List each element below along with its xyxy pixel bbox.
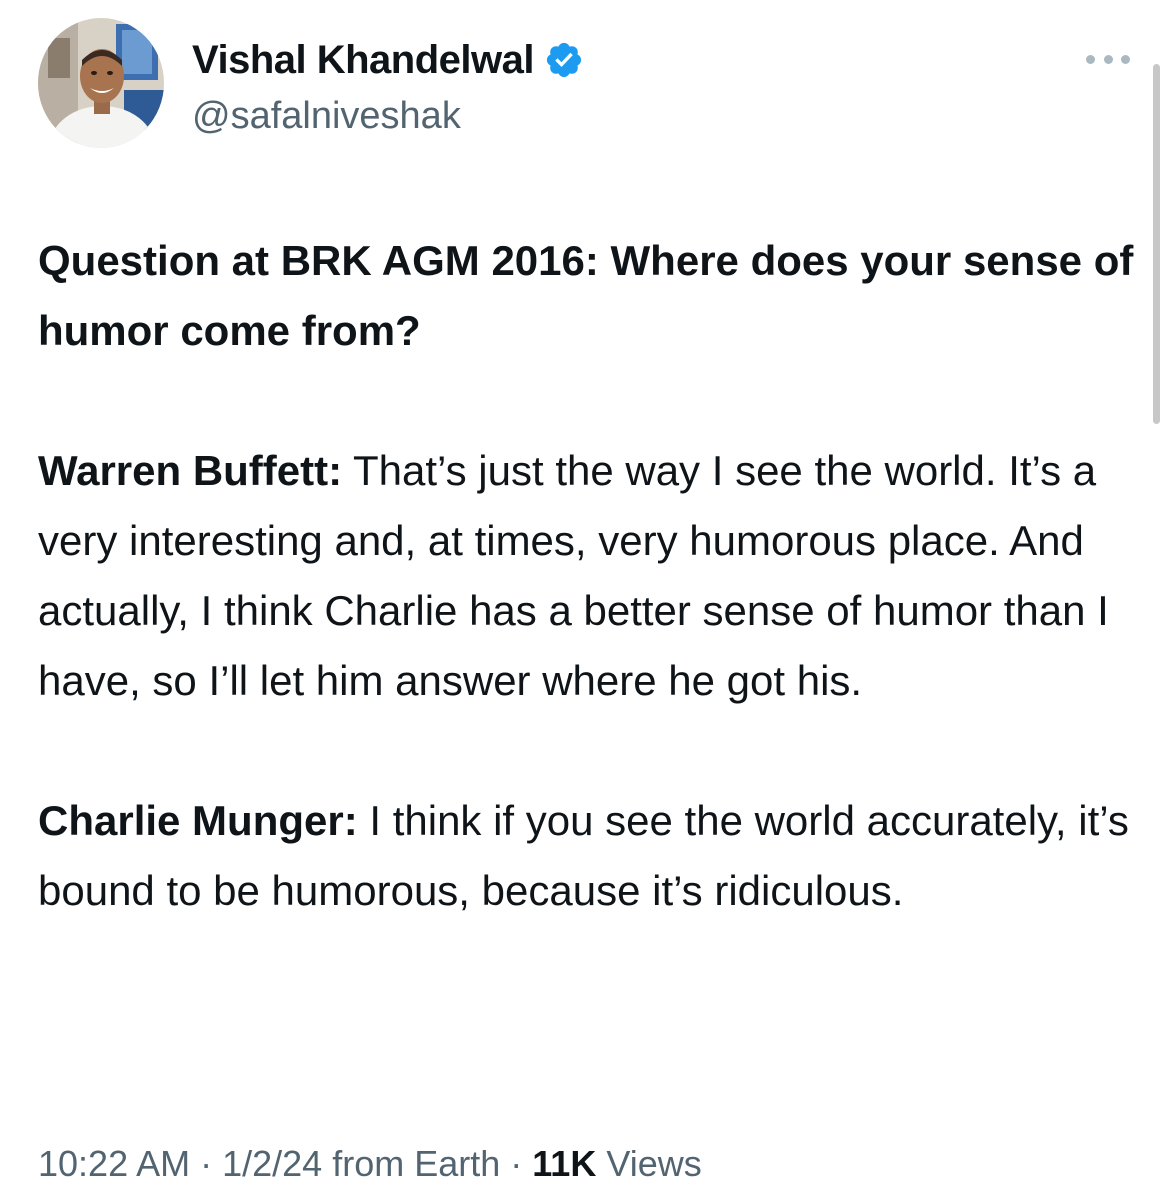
name-row: Vishal Khandelwal [192, 34, 584, 86]
scrollbar[interactable] [1153, 64, 1160, 424]
views-label[interactable]: Views [596, 1143, 701, 1184]
tweet-date[interactable]: 1/2/24 [222, 1143, 322, 1184]
avatar[interactable] [38, 18, 164, 148]
tweet: Vishal Khandelwal @safalniveshak Questio… [0, 0, 1170, 1202]
tweet-meta: 10:22 AM · 1/2/24 from Earth · 11K Views [38, 1136, 702, 1192]
avatar-photo [38, 18, 164, 148]
more-options-icon[interactable] [1086, 50, 1130, 68]
handle[interactable]: @safalniveshak [192, 92, 584, 140]
more-dot [1121, 54, 1130, 64]
views-count[interactable]: 11K [532, 1143, 596, 1184]
more-dot [1103, 54, 1113, 64]
display-name[interactable]: Vishal Khandelwal [192, 34, 535, 86]
author-block: Vishal Khandelwal @safalniveshak [192, 34, 584, 140]
munger-paragraph: Charlie Munger: I think if you see the w… [38, 786, 1138, 926]
buffett-paragraph: Warren Buffett: That’s just the way I se… [38, 436, 1138, 716]
tweet-text: Question at BRK AGM 2016: Where does you… [38, 226, 1138, 926]
buffett-speaker: Warren Buffett: [38, 447, 343, 494]
tweet-location: from Earth [322, 1143, 501, 1184]
verified-badge-icon[interactable] [544, 40, 584, 80]
munger-speaker: Charlie Munger: [38, 797, 358, 844]
more-dot [1086, 54, 1095, 64]
tweet-time[interactable]: 10:22 AM [38, 1143, 190, 1184]
meta-separator: · [500, 1143, 533, 1184]
meta-separator: · [190, 1143, 223, 1184]
question-paragraph: Question at BRK AGM 2016: Where does you… [38, 237, 1134, 354]
